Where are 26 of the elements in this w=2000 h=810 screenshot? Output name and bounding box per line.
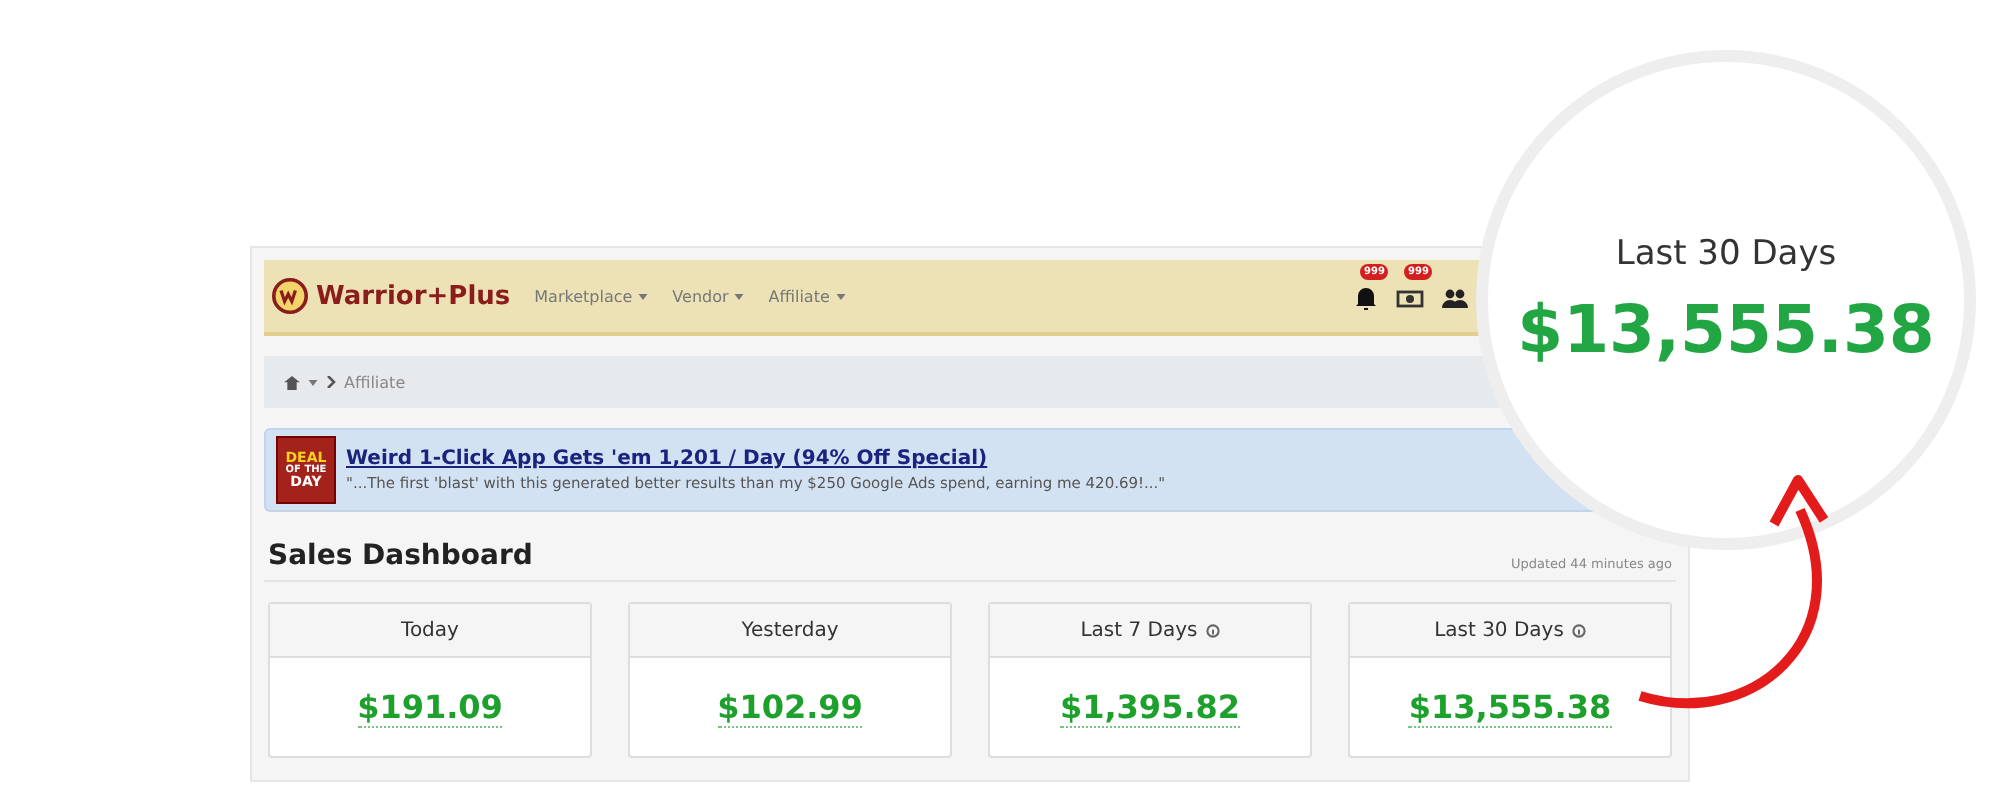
card-label: Last 30 Days — [1434, 619, 1564, 641]
card-label: Today — [401, 619, 459, 641]
sales-amount: $102.99 — [717, 687, 863, 727]
deal-link[interactable]: Weird 1-Click App Gets 'em 1,201 / Day (94% Off Special) — [346, 448, 1166, 470]
caret-icon — [734, 293, 745, 299]
callout-label: Last 30 Days — [1615, 233, 1837, 273]
caret-icon — [638, 293, 649, 299]
caret-icon — [835, 293, 846, 299]
menu-item[interactable]: Marketplace — [534, 287, 649, 305]
sales-amount: $191.09 — [357, 687, 503, 727]
menu-item[interactable]: Affiliate — [768, 287, 846, 305]
caret-icon — [308, 379, 318, 385]
logo-icon — [272, 278, 308, 314]
breadcrumb-item: Affiliate — [344, 373, 406, 391]
sales-amount: $1,395.82 — [1059, 687, 1241, 727]
logo-text: Warrior+Plus — [316, 281, 511, 311]
callout-amount: $13,555.38 — [1517, 289, 1935, 367]
bell-icon[interactable] — [1352, 284, 1380, 312]
card-label: Last 7 Days — [1080, 619, 1198, 641]
home-icon[interactable] — [284, 375, 300, 389]
card-label: Yesterday — [741, 619, 839, 641]
sales-amount: $13,555.38 — [1408, 687, 1612, 727]
people-icon[interactable] — [1440, 284, 1468, 312]
chevron-right-icon — [326, 376, 336, 388]
dashboard-title: Sales Dashboard — [268, 540, 533, 572]
menu-item[interactable]: Vendor — [672, 287, 745, 305]
